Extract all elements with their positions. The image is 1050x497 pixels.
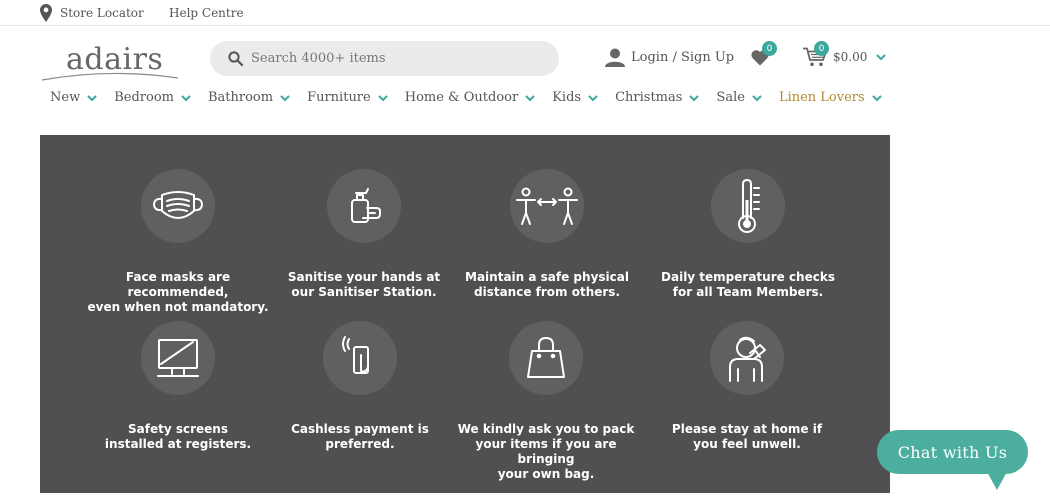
nav-item-kids[interactable]: Kids bbox=[552, 90, 599, 105]
nav-item-linen-lovers[interactable]: Linen Lovers bbox=[779, 90, 883, 105]
user-icon bbox=[605, 48, 625, 67]
safety-tile: Maintain a safe physical distance from o… bbox=[447, 169, 647, 300]
safety-tile: Cashless payment is preferred. bbox=[260, 321, 460, 452]
search-icon bbox=[228, 51, 243, 66]
cart-button[interactable]: 0 $0.00 bbox=[803, 41, 887, 67]
safety-tile: Please stay at home if you feel unwell. bbox=[647, 321, 847, 452]
nav-item-bathroom[interactable]: Bathroom bbox=[208, 90, 291, 105]
unwell-person-icon bbox=[729, 336, 766, 382]
main-navigation: New Bedroom Bathroom Furniture Home & Ou… bbox=[50, 90, 899, 105]
thermometer-icon bbox=[738, 178, 760, 233]
icon-circle bbox=[509, 321, 583, 395]
chat-button[interactable]: Chat with Us bbox=[877, 430, 1028, 474]
chat-label: Chat with Us bbox=[897, 442, 1008, 462]
icon-circle bbox=[710, 321, 784, 395]
chevron-down-icon bbox=[689, 94, 700, 101]
nav-item-new[interactable]: New bbox=[50, 90, 98, 105]
icon-circle bbox=[711, 169, 785, 243]
safety-caption: Face masks are recommended, even when no… bbox=[87, 270, 269, 314]
nav-item-christmas[interactable]: Christmas bbox=[615, 90, 700, 105]
nav-item-furniture[interactable]: Furniture bbox=[307, 90, 389, 105]
chevron-down-icon bbox=[588, 94, 598, 101]
utility-bar: Store Locator Help Centre bbox=[0, 0, 1050, 26]
chevron-down-icon bbox=[280, 94, 290, 101]
safety-caption: Daily temperature checks for all Team Me… bbox=[661, 270, 835, 299]
nav-item-label: Kids bbox=[552, 90, 582, 105]
logo-swoosh-icon bbox=[41, 72, 179, 81]
contactless-payment-icon bbox=[342, 336, 369, 374]
search-input[interactable] bbox=[251, 51, 551, 66]
safety-caption: Maintain a safe physical distance from o… bbox=[465, 270, 629, 299]
map-pin-icon bbox=[40, 4, 52, 22]
nav-item-label: Home & Outdoor bbox=[404, 90, 519, 105]
nav-item-label: Sale bbox=[716, 90, 745, 105]
chevron-down-icon bbox=[378, 94, 388, 101]
safety-caption: We kindly ask you to pack your items if … bbox=[457, 422, 635, 481]
wishlist-count-badge: 0 bbox=[762, 41, 777, 56]
chevron-down-icon bbox=[871, 94, 882, 101]
safety-tile: Safety screens installed at registers. bbox=[78, 321, 278, 452]
login-signup-link[interactable]: Login / Sign Up bbox=[605, 48, 734, 67]
safety-tile: Daily temperature checks for all Team Me… bbox=[648, 169, 848, 300]
safety-tile: We kindly ask you to pack your items if … bbox=[446, 321, 646, 482]
nav-item-label: Bathroom bbox=[207, 90, 274, 105]
covid-safety-banner: Face masks are recommended, even when no… bbox=[40, 135, 890, 493]
nav-item-label: Furniture bbox=[307, 90, 371, 105]
chat-bubble-tail bbox=[986, 470, 1008, 490]
safety-tile: Sanitise your hands at our Sanitiser Sta… bbox=[264, 169, 464, 300]
safety-caption: Cashless payment is preferred. bbox=[291, 422, 429, 451]
search-bar[interactable] bbox=[210, 41, 559, 76]
wishlist-button[interactable]: 0 bbox=[751, 41, 777, 70]
login-label: Login / Sign Up bbox=[631, 50, 735, 65]
face-mask-icon bbox=[152, 191, 204, 219]
icon-circle bbox=[141, 321, 215, 395]
chevron-down-icon bbox=[525, 94, 535, 101]
nav-item-home-outdoor[interactable]: Home & Outdoor bbox=[405, 90, 536, 105]
hand-sanitiser-icon bbox=[351, 188, 381, 223]
nav-item-label: Christmas bbox=[615, 90, 683, 105]
store-locator-label: Store Locator bbox=[60, 6, 144, 20]
safety-caption: Sanitise your hands at our Sanitiser Sta… bbox=[287, 270, 441, 299]
safety-caption: Safety screens installed at registers. bbox=[104, 422, 252, 451]
chevron-down-icon bbox=[876, 54, 887, 61]
nav-item-label: Bedroom bbox=[114, 90, 174, 105]
chevron-down-icon bbox=[752, 94, 762, 101]
nav-item-label: Linen Lovers bbox=[778, 90, 865, 105]
icon-circle bbox=[510, 169, 584, 243]
social-distance-icon bbox=[516, 187, 578, 225]
shopping-bag-icon bbox=[527, 337, 565, 378]
store-locator-link[interactable]: Store Locator bbox=[40, 4, 144, 22]
nav-item-bedroom[interactable]: Bedroom bbox=[114, 90, 192, 105]
icon-circle bbox=[323, 321, 397, 395]
chevron-down-icon bbox=[181, 94, 191, 101]
icon-circle bbox=[141, 169, 215, 243]
nav-item-sale[interactable]: Sale bbox=[716, 90, 763, 105]
cart-total: $0.00 bbox=[833, 50, 868, 64]
help-centre-link[interactable]: Help Centre bbox=[169, 6, 244, 20]
chevron-down-icon bbox=[87, 94, 97, 101]
icon-circle bbox=[327, 169, 401, 243]
cart-count-badge: 0 bbox=[814, 41, 829, 56]
safety-caption: Please stay at home if you feel unwell. bbox=[671, 422, 823, 451]
brand-logo[interactable]: adairs bbox=[40, 40, 180, 82]
safety-tile: Face masks are recommended, even when no… bbox=[78, 169, 278, 315]
safety-screen-icon bbox=[157, 339, 199, 377]
nav-item-label: New bbox=[50, 90, 81, 105]
